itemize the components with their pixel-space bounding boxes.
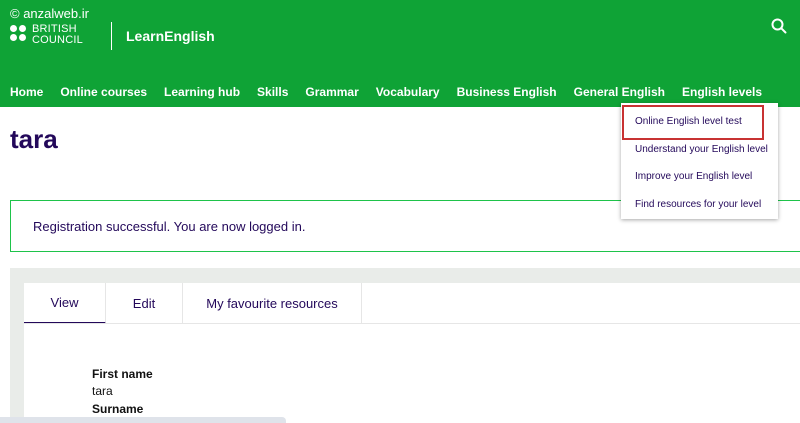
first-name-value: tara bbox=[92, 384, 113, 398]
profile-card: View Edit My favourite resources First n… bbox=[24, 283, 800, 423]
tab-underline bbox=[24, 323, 800, 324]
tab-my-favourite-resources[interactable]: My favourite resources bbox=[183, 283, 362, 324]
nav-item-grammar[interactable]: Grammar bbox=[305, 85, 358, 99]
logo-dots-icon bbox=[10, 25, 28, 43]
alert-message: Registration successful. You are now log… bbox=[33, 219, 306, 234]
first-name-label: First name bbox=[92, 367, 153, 381]
search-icon[interactable] bbox=[770, 17, 788, 35]
nav-item-online-courses[interactable]: Online courses bbox=[60, 85, 147, 99]
site-header: © anzalweb.ir BRITISH COUNCIL LearnEngli… bbox=[0, 0, 800, 107]
nav-item-vocabulary[interactable]: Vocabulary bbox=[376, 85, 440, 99]
nav-item-english-levels[interactable]: English levels bbox=[682, 85, 762, 99]
logo-wordmark: BRITISH COUNCIL bbox=[32, 23, 83, 46]
main-nav: Home Online courses Learning hub Skills … bbox=[10, 85, 779, 99]
app-title[interactable]: LearnEnglish bbox=[126, 28, 215, 44]
nav-item-home[interactable]: Home bbox=[10, 85, 43, 99]
nav-item-learning-hub[interactable]: Learning hub bbox=[164, 85, 240, 99]
profile-panel: View Edit My favourite resources First n… bbox=[10, 268, 800, 423]
browser-status-bar bbox=[0, 417, 286, 423]
dropdown-item-understand-your-english-level[interactable]: Understand your English level bbox=[635, 144, 768, 155]
british-council-logo[interactable]: BRITISH COUNCIL bbox=[10, 23, 92, 49]
nav-item-general-english[interactable]: General English bbox=[574, 85, 665, 99]
nav-item-business-english[interactable]: Business English bbox=[457, 85, 557, 99]
dropdown-item-find-resources-for-your-level[interactable]: Find resources for your level bbox=[635, 199, 761, 210]
english-levels-dropdown: Online English level test Understand you… bbox=[621, 103, 778, 219]
dropdown-item-improve-your-english-level[interactable]: Improve your English level bbox=[635, 171, 752, 182]
page-title: tara bbox=[10, 124, 58, 154]
tab-view[interactable]: View bbox=[24, 283, 106, 324]
nav-item-skills[interactable]: Skills bbox=[257, 85, 288, 99]
tab-edit[interactable]: Edit bbox=[106, 283, 183, 324]
profile-tabs: View Edit My favourite resources bbox=[24, 283, 362, 324]
surname-label: Surname bbox=[92, 402, 144, 416]
header-divider bbox=[111, 22, 112, 50]
dropdown-item-online-english-level-test[interactable]: Online English level test bbox=[635, 116, 742, 127]
watermark-text: © anzalweb.ir bbox=[10, 6, 89, 21]
